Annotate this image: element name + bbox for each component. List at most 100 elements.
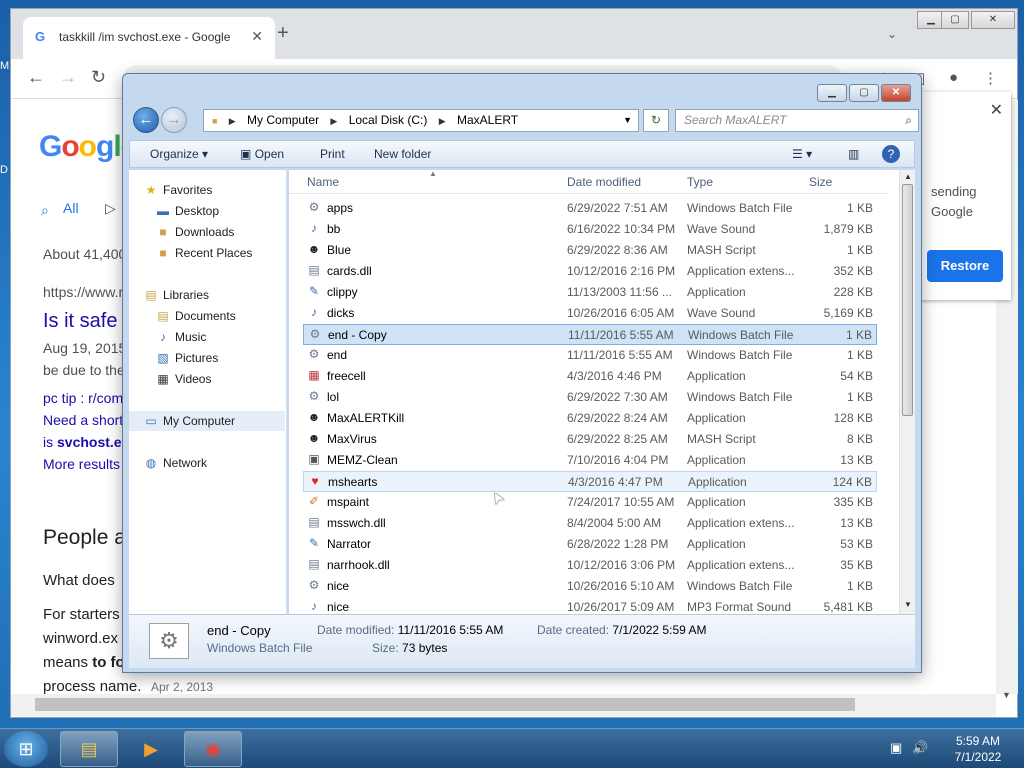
video-icon[interactable]: ▷ [105, 200, 116, 217]
file-row[interactable]: ✐ mspaint 7/24/2017 10:55 AM Application 335… [303, 492, 877, 513]
file-list-scrollbar[interactable]: ▲ ▼ [899, 170, 915, 614]
hscroll-thumb[interactable] [35, 698, 855, 711]
taskbar-explorer-icon[interactable]: ▤ [60, 731, 118, 767]
file-row[interactable]: ☻ MaxALERTKill 6/29/2022 8:24 AM Applicatio… [303, 408, 877, 429]
result-title[interactable]: Is it safe [43, 310, 117, 333]
col-size[interactable]: Size [809, 175, 832, 189]
menu-icon[interactable]: ⋮ [983, 69, 998, 87]
file-row[interactable]: ♪ nice 10/26/2017 5:09 AM MP3 Format Sound 5… [303, 597, 877, 614]
more-results-link[interactable]: More results [43, 456, 120, 472]
scroll-thumb[interactable] [902, 184, 913, 416]
file-row[interactable]: ▣ MEMZ-Clean 7/10/2016 4:04 PM Application 1… [303, 450, 877, 471]
nav-videos[interactable]: ▦ Videos [155, 369, 211, 389]
tab-search-icon[interactable]: ⌄ [887, 27, 897, 41]
nav-libraries[interactable]: ▤ Libraries [143, 285, 209, 305]
chrome-tab[interactable]: G taskkill /im svchost.exe - Google ✕ [23, 17, 275, 59]
result-is-text[interactable]: is [43, 434, 57, 450]
file-row[interactable]: ✎ Narrator 6/28/2022 1:28 PM Application 53 … [303, 534, 877, 555]
open-button[interactable]: ▣ Open [240, 147, 284, 161]
taskbar-media-player-icon[interactable]: ▶ [122, 731, 180, 767]
file-row[interactable]: ▤ narrhook.dll 10/12/2016 3:06 PM Applicati… [303, 555, 877, 576]
breadcrumb-arrow-icon[interactable]: ▶ [330, 111, 337, 132]
print-button[interactable]: Print [320, 147, 345, 161]
result-svchost-text[interactable]: svchost.ex [57, 434, 129, 450]
nav-network[interactable]: ◍ Network [143, 453, 207, 473]
file-row[interactable]: ☻ MaxVirus 6/29/2022 8:25 AM MASH Script 8 K… [303, 429, 877, 450]
back-icon[interactable]: ← [27, 67, 45, 88]
file-row[interactable]: ♪ dicks 10/26/2016 6:05 AM Wave Sound 5,169 … [303, 303, 877, 324]
popup-text-line-2: Google [931, 204, 973, 219]
nav-favorites[interactable]: ★ Favorites [143, 180, 213, 200]
breadcrumb[interactable]: ■ ▶ My Computer ▶ Local Disk (C:) ▶ MaxA… [203, 109, 639, 132]
reload-icon[interactable]: ↻ [91, 67, 106, 88]
breadcrumb-maxalert[interactable]: MaxALERT [457, 110, 518, 131]
file-row[interactable]: ✎ clippy 11/13/2003 11:56 ... Application 22… [303, 282, 877, 303]
result-link-pc-tip[interactable]: pc tip : r/com [43, 390, 123, 406]
nav-recent-places[interactable]: ■ Recent Places [155, 243, 252, 263]
breadcrumb-arrow-icon[interactable]: ▶ [439, 111, 446, 132]
help-icon[interactable]: ? [882, 145, 900, 163]
organize-button[interactable]: Organize ▾ [150, 147, 208, 161]
explorer-back-icon[interactable]: ← [133, 107, 159, 133]
volume-tray-icon[interactable]: 🔊 [912, 740, 928, 756]
start-button[interactable]: ⊞ [4, 731, 48, 767]
file-row[interactable]: ☻ Blue 6/29/2022 8:36 AM MASH Script 1 KB [303, 240, 877, 261]
file-row[interactable]: ▦ freecell 4/3/2016 4:46 PM Application 54 K… [303, 366, 877, 387]
nav-pictures[interactable]: ▧ Pictures [155, 348, 218, 368]
nav-music[interactable]: ♪ Music [155, 327, 206, 347]
scroll-up-icon[interactable]: ▲ [904, 172, 912, 181]
nav-my-computer[interactable]: ▭ My Computer [129, 411, 285, 431]
col-name[interactable]: Name [307, 175, 339, 189]
col-date-modified[interactable]: Date modified [567, 175, 641, 189]
tab-close-icon[interactable]: ✕ [251, 28, 263, 45]
file-row[interactable]: ♪ bb 6/16/2022 10:34 PM Wave Sound 1,879 KB [303, 219, 877, 240]
explorer-close-button[interactable]: ✕ [881, 84, 911, 102]
scroll-down-icon[interactable]: ▼ [1002, 690, 1011, 700]
restore-button[interactable]: Restore [927, 250, 1003, 282]
new-tab-icon[interactable]: + [277, 23, 289, 43]
new-folder-button[interactable]: New folder [374, 147, 431, 161]
file-row[interactable]: ♥ mshearts 4/3/2016 4:47 PM Application 124 … [303, 471, 877, 492]
taskbar-chrome-icon[interactable]: ◉ [184, 731, 242, 767]
tab-all[interactable]: All [63, 200, 79, 216]
file-row[interactable]: ⚙ lol 6/29/2022 7:30 AM Windows Batch File 1… [303, 387, 877, 408]
file-row[interactable]: ▤ cards.dll 10/12/2016 2:16 PM Application … [303, 261, 877, 282]
scroll-down-icon[interactable]: ▼ [904, 600, 912, 609]
col-type[interactable]: Type [687, 175, 713, 189]
profile-icon[interactable]: ● [949, 69, 958, 86]
forward-icon[interactable]: → [59, 67, 77, 88]
explorer-maximize-button[interactable]: ▢ [849, 84, 879, 102]
file-row[interactable]: ⚙ nice 10/26/2016 5:10 AM Windows Batch Fil… [303, 576, 877, 597]
chrome-close-button[interactable]: ✕ [971, 11, 1015, 29]
file-row[interactable]: ⚙ apps 6/29/2022 7:51 AM Windows Batch File… [303, 198, 877, 219]
explorer-forward-icon[interactable]: → [161, 107, 187, 133]
breadcrumb-my-computer[interactable]: My Computer [247, 110, 319, 131]
file-row[interactable]: ▤ msswch.dll 8/4/2004 5:00 AM Application e… [303, 513, 877, 534]
search-icon[interactable]: ⌕ [905, 110, 912, 131]
breadcrumb-arrow-icon[interactable]: ▶ [229, 111, 236, 132]
nav-documents[interactable]: ▤ Documents [155, 306, 235, 326]
page-hscrollbar[interactable] [11, 694, 996, 716]
file-name: lol [327, 390, 340, 404]
explorer-minimize-button[interactable]: ▁ [817, 84, 847, 102]
view-options-icon[interactable]: ☰ ▾ [792, 147, 812, 161]
sort-ascending-icon: ▲ [429, 170, 437, 178]
breadcrumb-local-disk[interactable]: Local Disk (C:) [349, 110, 428, 131]
nav-downloads[interactable]: ■ Downloads [155, 222, 234, 242]
preview-pane-icon[interactable]: ▥ [848, 147, 859, 161]
file-size: 53 KB [840, 537, 873, 551]
file-row[interactable]: ⚙ end - Copy 11/11/2016 5:55 AM Windows Bat… [303, 324, 877, 345]
file-row[interactable]: ⚙ end 11/11/2016 5:55 AM Windows Batch File… [303, 345, 877, 366]
chrome-maximize-button[interactable]: ▢ [941, 11, 969, 29]
network-tray-icon[interactable]: ▣ [890, 740, 902, 756]
explorer-search-input[interactable]: Search MaxALERT ⌕ [675, 109, 919, 132]
result-link-need-short[interactable]: Need a short [43, 412, 123, 428]
file-date-modified: 6/16/2022 10:34 PM [567, 222, 676, 236]
clock[interactable]: 5:59 AM 7/1/2022 [938, 733, 1018, 765]
nav-desktop[interactable]: ▬ Desktop [155, 201, 219, 221]
popup-close-icon[interactable]: ✕ [990, 100, 1003, 120]
paa-question[interactable]: What does [43, 572, 115, 589]
refresh-icon[interactable]: ↻ [643, 109, 669, 132]
videos-icon: ▦ [157, 372, 169, 386]
address-dropdown-icon[interactable]: ▼ [623, 110, 632, 131]
